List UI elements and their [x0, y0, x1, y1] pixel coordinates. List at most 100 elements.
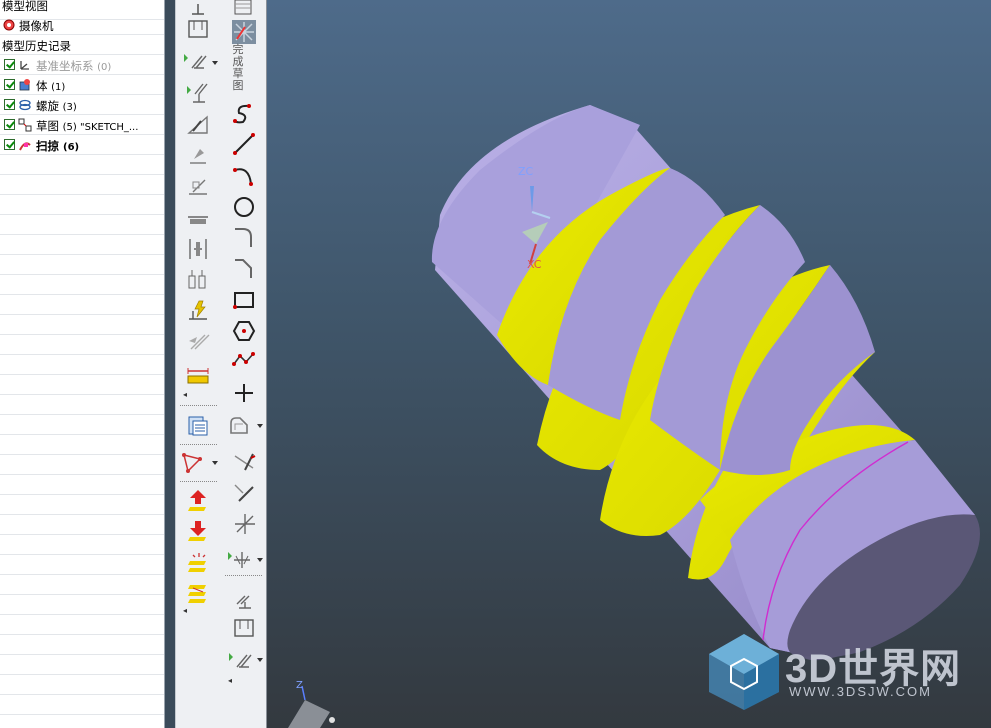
nav-empty-row [0, 455, 164, 475]
vertical-dimension-icon[interactable] [185, 236, 211, 262]
nav-datum-csys-count: (0) [97, 62, 112, 73]
visibility-checkbox[interactable] [4, 79, 15, 90]
nav-empty-row [0, 295, 164, 315]
visibility-checkbox[interactable] [4, 59, 15, 70]
chamfer-icon[interactable] [231, 256, 257, 282]
nav-model-history[interactable]: 模型历史记录 [0, 35, 164, 55]
nav-empty-row [0, 575, 164, 595]
sweep-icon [19, 142, 31, 151]
profile-icon[interactable] [231, 101, 257, 127]
part-navigator: 模型视图 摄像机 模型历史记录 基准坐标系 (0) 体 (1) 螺旋 (3) 草… [0, 0, 165, 728]
nav-empty-row [0, 255, 164, 275]
nav-empty-row [0, 555, 164, 575]
show-constraints-icon[interactable] [185, 329, 211, 355]
axis-xc-label: XC [527, 258, 542, 271]
circle-icon[interactable] [231, 194, 257, 220]
auto-constraint-icon[interactable] [185, 297, 211, 323]
nav-empty-row [0, 715, 164, 728]
nav-datum-csys-label: 基准坐标系 [36, 59, 94, 73]
finish-sketch-icon[interactable] [231, 19, 257, 45]
nav-empty-row [0, 195, 164, 215]
nav-empty-row [0, 655, 164, 675]
measure-icon[interactable] [185, 362, 211, 388]
perpendicular-icon[interactable] [185, 111, 211, 137]
nav-empty-row [0, 515, 164, 535]
toolbar-more-icon[interactable]: ◂ [228, 676, 232, 685]
nav-body[interactable]: 体 (1) [0, 75, 164, 95]
nav-datum-csys[interactable]: 基准坐标系 (0) [0, 55, 164, 75]
rectangle-icon[interactable] [231, 287, 257, 313]
fixed-icon[interactable] [185, 141, 211, 167]
studio-spline-icon[interactable] [231, 348, 257, 374]
extend-icon[interactable] [231, 479, 257, 505]
threaded-shaft-model[interactable] [267, 0, 991, 728]
nav-empty-row [0, 355, 164, 375]
nav-model-history-label: 模型历史记录 [2, 39, 71, 53]
body-icon [19, 79, 30, 91]
nav-sweep-label: 扫掠 [36, 139, 59, 153]
corner-icon[interactable] [231, 510, 257, 536]
arc-icon[interactable] [231, 162, 257, 188]
nav-empty-row [0, 535, 164, 555]
nav-empty-row [0, 615, 164, 635]
toolbar-left: ◂ ◂ [175, 0, 222, 728]
move-down-icon[interactable] [185, 517, 211, 543]
visibility-checkbox[interactable] [4, 139, 15, 150]
finish-sketch-label[interactable]: 完成草图 [230, 44, 246, 92]
nav-empty-row [0, 315, 164, 335]
nav-sketch[interactable]: 草图 (5) "SKETCH_... [0, 115, 164, 135]
nav-empty-row [0, 415, 164, 435]
nav-cameras[interactable]: 摄像机 [0, 15, 164, 35]
dialog-icon[interactable] [185, 16, 211, 42]
nav-sketch-label: 草图 [36, 119, 59, 133]
nav-empty-row [0, 475, 164, 495]
layer-move-icon[interactable] [185, 549, 211, 575]
trim-icon[interactable] [231, 448, 257, 474]
constraint-icon[interactable] [182, 48, 208, 74]
nav-empty-row [0, 275, 164, 295]
relation-icon[interactable] [185, 80, 211, 106]
sketch-icon [18, 118, 32, 132]
dialog-icon[interactable] [231, 615, 257, 641]
nav-empty-row [0, 175, 164, 195]
nav-body-label: 体 [36, 79, 48, 93]
layer-copy-icon[interactable] [185, 579, 211, 605]
visibility-checkbox[interactable] [4, 99, 15, 110]
polygon-icon[interactable] [231, 318, 257, 344]
helix-icon [19, 99, 31, 111]
fillet-icon[interactable] [231, 225, 257, 251]
watermark: 3D世界网 WWW.3DSJW.COM [705, 632, 990, 712]
nav-empty-row [0, 595, 164, 615]
sketch-plane-icon[interactable] [231, 0, 257, 18]
nav-model-views-label: 模型视图 [2, 0, 48, 13]
horizontal-dimension-icon[interactable] [185, 203, 211, 229]
parallel-dimension-icon[interactable] [185, 266, 211, 292]
constraint-icon[interactable] [227, 647, 253, 673]
tangent-icon[interactable] [185, 172, 211, 198]
offset-curve-icon[interactable] [226, 413, 252, 439]
nav-sweep-count: (6) [63, 142, 80, 153]
graphics-viewport[interactable]: ZC XC Z 3D世界网 WWW.3DSJW.COM [267, 0, 991, 728]
nav-sweep[interactable]: 扫掠 (6) [0, 135, 164, 155]
nav-empty-row [0, 395, 164, 415]
dimension-icon[interactable] [231, 586, 257, 612]
toolbar-more-icon[interactable]: ◂ [183, 390, 187, 399]
nav-empty-row [0, 155, 164, 175]
nav-cameras-label: 摄像机 [19, 19, 54, 33]
nav-empty-row [0, 675, 164, 695]
axis-zc-label: ZC [518, 165, 534, 178]
layer-settings-icon[interactable] [185, 413, 211, 439]
point-icon[interactable] [231, 380, 257, 406]
nav-helix[interactable]: 螺旋 (3) [0, 95, 164, 115]
nav-empty-row [0, 635, 164, 655]
draw-line-icon[interactable] [231, 131, 257, 157]
move-up-icon[interactable] [185, 487, 211, 513]
nav-sketch-count: (5) "SKETCH_... [62, 122, 139, 133]
toolbar-more-icon[interactable]: ◂ [183, 606, 187, 615]
nav-empty-row [0, 435, 164, 455]
view-orientation-triad [288, 685, 335, 728]
mirror-icon[interactable] [226, 546, 252, 572]
visibility-checkbox[interactable] [4, 119, 15, 130]
watermark-cube-icon [709, 634, 779, 710]
analysis-icon[interactable] [180, 449, 206, 475]
